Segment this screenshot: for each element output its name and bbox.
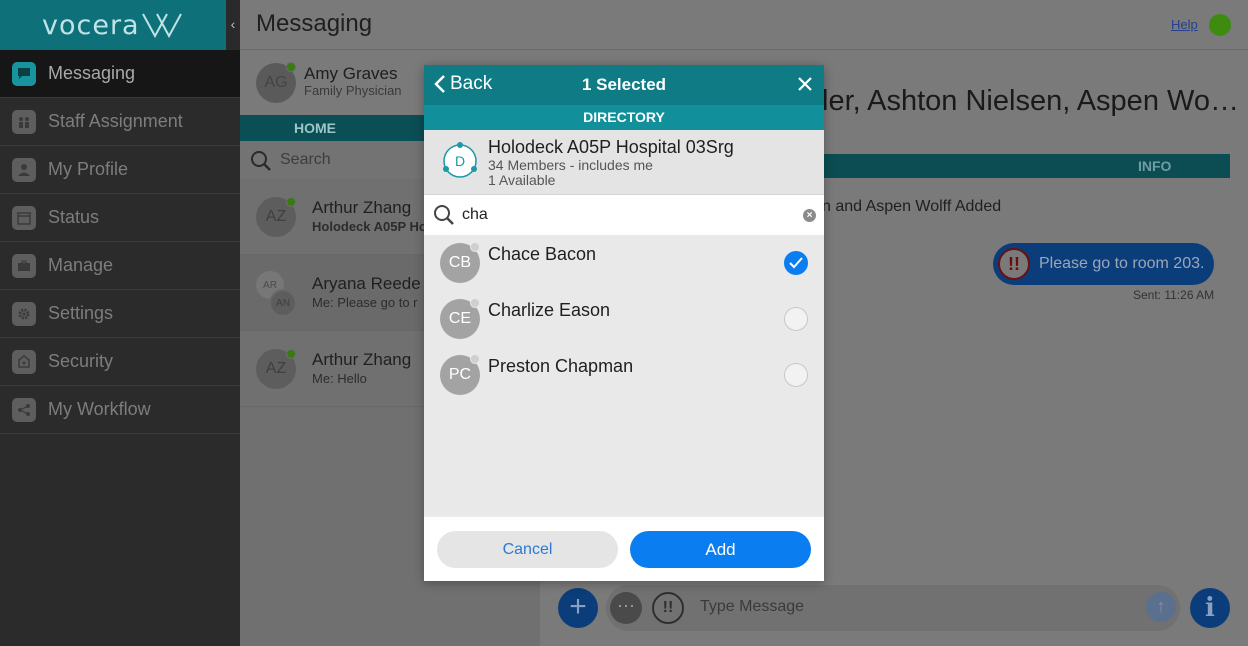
conversation-name: Arthur Zhang [312, 350, 412, 369]
message-text: Please go to room 203. [1039, 255, 1205, 272]
person-name: Preston Chapman [488, 356, 634, 376]
group-directory-icon: D [443, 142, 477, 178]
conversation-preview: Me: Hello [312, 371, 367, 386]
composer: + ⋯ !! Type Message ↑ i [540, 581, 1248, 646]
group-available: 1 Available [488, 172, 556, 188]
urgent-toggle-icon[interactable]: !! [652, 592, 684, 624]
vocera-logo: vocera [42, 10, 140, 41]
status-indicator[interactable] [1209, 14, 1231, 36]
sidebar: vocera ‹ Messaging Staff Assignment My P… [0, 0, 240, 646]
chat-title: ler, Ashton Nielsen, Aspen Wo… [822, 85, 1239, 117]
presence-dot [286, 62, 296, 72]
sidebar-item-messaging[interactable]: Messaging [0, 50, 240, 98]
list-item[interactable]: PC Preston Chapman [424, 347, 824, 403]
message-timestamp: Sent: 11:26 AM [1133, 288, 1215, 302]
select-checkbox[interactable] [784, 307, 808, 331]
system-message: n and Aspen Wolff Added [822, 198, 1002, 215]
info-icon[interactable]: i [1190, 588, 1230, 628]
search-placeholder: Search [280, 151, 331, 168]
add-button[interactable]: Add [630, 531, 811, 568]
user-role: Family Physician [304, 83, 402, 98]
conversation-name: Arthur Zhang [312, 198, 412, 217]
avatar: AN [269, 289, 297, 317]
clear-search-icon[interactable]: × [803, 209, 816, 222]
chat-tabs: INFO [822, 154, 1230, 178]
presence-dot [286, 197, 296, 207]
checkmark-icon [789, 257, 803, 269]
group-name: Holodeck A05P Hospital 03Srg [488, 137, 734, 157]
profile-icon [12, 157, 36, 182]
urgent-icon: !! [998, 248, 1030, 280]
sidebar-item-settings[interactable]: Settings [0, 290, 240, 338]
lock-icon [12, 349, 36, 374]
cancel-button[interactable]: Cancel [437, 531, 618, 568]
logo-bar: vocera ‹ [0, 0, 240, 50]
person-name: Charlize Eason [488, 300, 611, 320]
more-options-icon[interactable]: ⋯ [610, 592, 642, 624]
vocera-logo-mark-icon [142, 13, 182, 38]
plus-icon[interactable]: + [558, 588, 598, 628]
add-recipients-dialog: Back 1 Selected DIRECTORY D Holodeck A05… [424, 65, 824, 581]
page-title: Messaging [256, 10, 373, 37]
list-item[interactable]: CB Chace Bacon [424, 235, 824, 291]
presence-dot [286, 349, 296, 359]
user-name: Amy Graves [304, 64, 398, 83]
selected-checkbox[interactable] [784, 251, 808, 275]
sidebar-item-my-profile[interactable]: My Profile [0, 146, 240, 194]
help-link[interactable]: Help [1171, 17, 1198, 32]
top-bar: Messaging Help [240, 0, 1248, 50]
conversation-preview: Holodeck A05P Ho [312, 219, 427, 234]
dialog-footer: Cancel Add [424, 517, 824, 581]
gear-icon [12, 301, 36, 326]
presence-dot [470, 242, 480, 252]
search-icon [434, 205, 454, 225]
conversation-preview: Me: Please go to r [312, 295, 418, 310]
conversation-name: Aryana Reede [312, 274, 421, 293]
list-item[interactable]: CE Charlize Eason [424, 291, 824, 347]
sidebar-item-status[interactable]: Status [0, 194, 240, 242]
message-input[interactable]: ⋯ !! Type Message ↑ [606, 585, 1180, 631]
sidebar-item-security[interactable]: Security [0, 338, 240, 386]
select-checkbox[interactable] [784, 363, 808, 387]
collapse-sidebar-button[interactable]: ‹ [226, 0, 240, 50]
close-icon[interactable] [796, 75, 814, 93]
directory-section-label: DIRECTORY [424, 105, 824, 130]
sidebar-item-staff-assignment[interactable]: Staff Assignment [0, 98, 240, 146]
sidebar-item-manage[interactable]: Manage [0, 242, 240, 290]
calendar-icon [12, 205, 36, 230]
briefcase-icon [12, 253, 36, 278]
group-row[interactable]: D Holodeck A05P Hospital 03Srg 34 Member… [424, 130, 824, 195]
message-bubble[interactable]: !! Please go to room 203. [993, 243, 1214, 285]
presence-dot [470, 354, 480, 364]
search-icon [251, 151, 271, 171]
person-name: Chace Bacon [488, 244, 597, 264]
dialog-header: Back 1 Selected [424, 65, 824, 105]
staff-icon [12, 109, 36, 134]
people-list: CB Chace Bacon CE Charlize Eason PC Pres… [424, 235, 824, 515]
chat-bubble-icon [12, 61, 36, 86]
tab-info[interactable]: INFO [1138, 158, 1171, 174]
filter-row: × [424, 195, 824, 235]
search-input[interactable] [462, 203, 782, 227]
group-badge: D [455, 153, 465, 169]
selected-count: 1 Selected [581, 75, 667, 94]
sidebar-item-my-workflow[interactable]: My Workflow [0, 386, 240, 434]
group-members: 34 Members - includes me [488, 157, 653, 173]
message-placeholder: Type Message [700, 598, 805, 615]
send-arrow-icon[interactable]: ↑ [1146, 592, 1176, 622]
workflow-icon [12, 397, 36, 422]
presence-dot [470, 298, 480, 308]
